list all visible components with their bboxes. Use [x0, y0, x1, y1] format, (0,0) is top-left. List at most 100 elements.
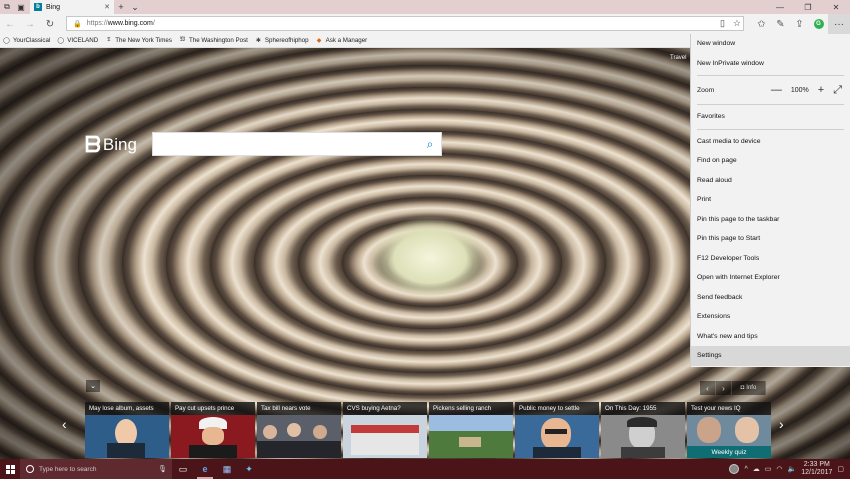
news-card[interactable]: Pay cut upsets prince	[171, 402, 255, 458]
image-navigation: ‹ › ◘ Info	[700, 381, 766, 395]
collapse-news-chevron-icon[interactable]: ⌄	[86, 380, 100, 392]
edge-app-icon[interactable]: e	[194, 459, 216, 479]
menu-item-whats-new[interactable]: What's new and tips	[691, 327, 850, 347]
news-card[interactable]: Pickens selling ranch	[429, 402, 513, 458]
taskbar-search[interactable]: Type here to search 🎙	[20, 459, 172, 479]
refresh-button[interactable]: ↻	[40, 14, 60, 34]
tab-bing[interactable]: b Bing ✕	[30, 0, 114, 14]
volume-icon[interactable]: 🔈	[788, 465, 797, 473]
word-app-icon[interactable]: ▦	[216, 459, 238, 479]
people-avatar-icon[interactable]	[729, 464, 740, 474]
news-card-title: Tax bill nears vote	[257, 402, 341, 415]
menu-item-print[interactable]: Print	[691, 190, 850, 210]
favorite-label: Sphereofhiphop	[264, 37, 309, 44]
web-note-icon[interactable]: ✎	[771, 14, 790, 34]
url-host: www.bing.com	[107, 20, 153, 27]
news-card-title: Public money to settle	[515, 402, 599, 415]
title-bar: ⧉ ▣ b Bing ✕ + ⌄ — ❐ ✕	[0, 0, 850, 14]
menu-item-extensions[interactable]: Extensions	[691, 307, 850, 327]
favorite-nyt[interactable]: 𝕿 The New York Times	[105, 37, 172, 44]
favorite-wapo[interactable]: 𝔚 The Washington Post	[179, 37, 248, 44]
share-icon[interactable]: ⇪	[790, 14, 809, 34]
favorite-yourclassical[interactable]: ◯ YourClassical	[3, 37, 50, 44]
news-card-title: Test your news IQ	[687, 402, 771, 415]
task-view-icon[interactable]: ▭	[172, 459, 194, 479]
menu-item-read-aloud[interactable]: Read aloud	[691, 171, 850, 191]
cortana-icon	[26, 465, 34, 473]
search-box: ⌕	[152, 132, 442, 156]
address-bar[interactable]: 🔒 https:// www.bing.com / ▯ ☆	[66, 16, 744, 31]
minimize-button[interactable]: —	[766, 0, 794, 14]
wifi-icon[interactable]: ◠	[776, 465, 782, 473]
menu-item-new-window[interactable]: New window	[691, 34, 850, 54]
maximize-button[interactable]: ❐	[794, 0, 822, 14]
news-card[interactable]: CVS buying Aetna?	[343, 402, 427, 458]
menu-item-pin-start[interactable]: Pin this page to Start	[691, 229, 850, 249]
star-icon: ✱	[255, 38, 261, 44]
action-center-icon[interactable]: ▢	[837, 465, 844, 473]
twitter-app-icon[interactable]: ✦	[238, 459, 260, 479]
show-tabs-aside-icon[interactable]: ▣	[14, 0, 28, 14]
menu-item-send-feedback[interactable]: Send feedback	[691, 288, 850, 308]
lock-icon: 🔒	[73, 20, 82, 28]
tab-preview-chevron-icon[interactable]: ⌄	[128, 0, 142, 14]
favorite-label: YourClassical	[13, 37, 51, 44]
favorite-sphereofhiphop[interactable]: ✱ Sphereofhiphop	[255, 37, 309, 44]
search-input[interactable]	[153, 133, 419, 155]
travel-link[interactable]: Travel	[670, 55, 686, 61]
news-card[interactable]: On This Day: 1955	[601, 402, 685, 458]
menu-item-settings[interactable]: Settings	[691, 346, 850, 366]
previous-image-icon[interactable]: ‹	[700, 381, 716, 395]
globe-icon: ◯	[57, 38, 65, 44]
new-tab-button[interactable]: +	[114, 0, 128, 14]
news-card[interactable]: May lose album, assets	[85, 402, 169, 458]
battery-icon[interactable]: ▭	[765, 465, 772, 473]
close-window-button[interactable]: ✕	[822, 0, 850, 14]
menu-item-f12-tools[interactable]: F12 Developer Tools	[691, 249, 850, 269]
news-card-image	[343, 415, 427, 458]
favorite-star-icon[interactable]: ☆	[733, 18, 741, 29]
news-next-chevron-icon[interactable]: ›	[779, 416, 784, 432]
zoom-out-button[interactable]: —	[771, 84, 782, 96]
reading-view-icon[interactable]: ▯	[720, 18, 725, 29]
news-card[interactable]: Public money to settle	[515, 402, 599, 458]
bing-favicon-icon: b	[34, 3, 42, 11]
menu-item-zoom: Zoom — 100% + ⤢	[691, 78, 850, 102]
news-card-image	[171, 415, 255, 458]
extension-grammarly-icon[interactable]: G	[809, 14, 828, 34]
forward-button[interactable]: →	[20, 14, 40, 34]
tab-close-icon[interactable]: ✕	[104, 3, 110, 11]
favorites-hub-icon[interactable]: ✩	[752, 14, 771, 34]
bing-b-icon: ᗷ	[85, 132, 101, 157]
weekly-quiz-badge: Weekly quiz	[687, 446, 771, 458]
menu-item-new-inprivate-window[interactable]: New InPrivate window	[691, 54, 850, 74]
news-card[interactable]: Test your news IQ Weekly quiz	[687, 402, 771, 458]
microphone-icon[interactable]: 🎙	[158, 465, 167, 473]
onedrive-icon[interactable]: ☁	[753, 465, 760, 473]
menu-item-cast-media[interactable]: Cast media to device	[691, 132, 850, 152]
search-icon[interactable]: ⌕	[419, 133, 441, 155]
news-card-image	[429, 415, 513, 458]
next-image-icon[interactable]: ›	[716, 381, 732, 395]
menu-item-open-ie[interactable]: Open with Internet Explorer	[691, 268, 850, 288]
fullscreen-icon[interactable]: ⤢	[833, 84, 842, 97]
more-menu-button[interactable]: ···	[828, 14, 850, 34]
favorite-label: The New York Times	[115, 37, 172, 44]
menu-item-favorites[interactable]: Favorites	[691, 107, 850, 127]
info-label: Info	[746, 385, 757, 391]
menu-divider	[697, 128, 844, 130]
back-button[interactable]: ←	[0, 14, 20, 34]
favorite-viceland[interactable]: ◯ VICELAND	[57, 37, 98, 44]
menu-item-find-on-page[interactable]: Find on page	[691, 151, 850, 171]
tray-chevron-up-icon[interactable]: ^	[744, 466, 747, 473]
info-button[interactable]: ◘ Info	[732, 381, 766, 395]
news-card[interactable]: Tax bill nears vote	[257, 402, 341, 458]
menu-item-pin-taskbar[interactable]: Pin this page to the taskbar	[691, 210, 850, 230]
set-aside-tabs-icon[interactable]: ⧉	[0, 0, 14, 14]
zoom-in-button[interactable]: +	[818, 84, 824, 96]
news-prev-chevron-icon[interactable]: ‹	[62, 416, 67, 432]
start-button[interactable]	[0, 459, 20, 479]
bing-logo[interactable]: ᗷ Bing	[85, 134, 137, 156]
clock[interactable]: 2:33 PM 12/1/2017	[801, 461, 832, 477]
favorite-ask-a-manager[interactable]: ◆ Ask a Manager	[316, 37, 367, 44]
